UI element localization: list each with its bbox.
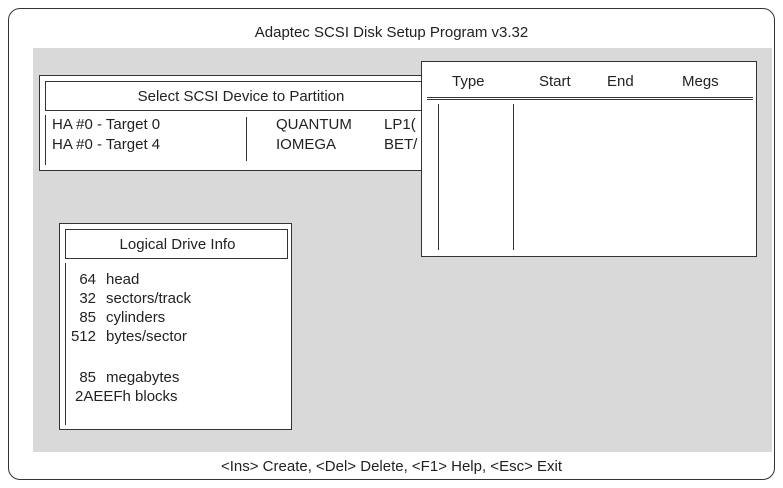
partition-table-panel: Type Start End Megs — [421, 61, 757, 257]
logical-drive-details: 64 head 32 sectors/track 85 cylinders 51… — [65, 263, 288, 425]
device-list: HA #0 - Target 0 QUANTUM LP1( HA #0 - Ta… — [45, 115, 435, 165]
column-type: Type — [452, 73, 485, 90]
blocks-value: 2AEEFh blocks — [75, 388, 178, 405]
partition-table-header: Type Start End Megs — [427, 67, 753, 98]
device-row[interactable]: HA #0 - Target 4 IOMEGA BET/ — [46, 135, 435, 157]
select-device-header: Select SCSI Device to Partition — [45, 81, 435, 111]
device-target: HA #0 - Target 4 — [52, 136, 161, 153]
partition-left-border — [438, 104, 439, 250]
device-target: HA #0 - Target 0 — [52, 116, 161, 133]
partition-column-divider — [513, 104, 514, 250]
sectors-label: sectors/track — [106, 290, 192, 307]
logical-drive-panel: Logical Drive Info 64 head 32 sectors/tr… — [59, 223, 292, 430]
column-start: Start — [539, 73, 571, 90]
megabytes-label: megabytes — [106, 369, 180, 386]
head-value: 64 — [79, 271, 96, 288]
select-device-panel: Select SCSI Device to Partition HA #0 - … — [39, 75, 439, 171]
device-model: BET/ — [384, 136, 418, 153]
head-label: head — [106, 271, 140, 288]
select-device-title: Select SCSI Device to Partition — [137, 88, 345, 105]
cylinders-value: 85 — [79, 309, 96, 326]
column-megs: Megs — [682, 73, 719, 90]
window-title: Adaptec SCSI Disk Setup Program v3.32 — [254, 24, 529, 41]
device-model: LP1( — [384, 116, 416, 133]
logical-drive-header: Logical Drive Info — [65, 229, 288, 259]
partition-list[interactable] — [427, 99, 753, 252]
logical-drive-title: Logical Drive Info — [119, 236, 236, 253]
cylinders-label: cylinders — [106, 309, 166, 326]
bytes-value: 512 — [70, 328, 96, 345]
sectors-value: 32 — [79, 290, 96, 307]
device-row[interactable]: HA #0 - Target 0 QUANTUM LP1( — [46, 115, 435, 137]
device-vendor: QUANTUM — [276, 116, 352, 133]
bytes-label: bytes/sector — [106, 328, 187, 345]
device-vendor: IOMEGA — [276, 136, 337, 153]
hotkey-bar: <Ins> Create, <Del> Delete, <F1> Help, <… — [220, 458, 562, 475]
megabytes-value: 85 — [79, 369, 96, 386]
column-end: End — [607, 73, 634, 90]
